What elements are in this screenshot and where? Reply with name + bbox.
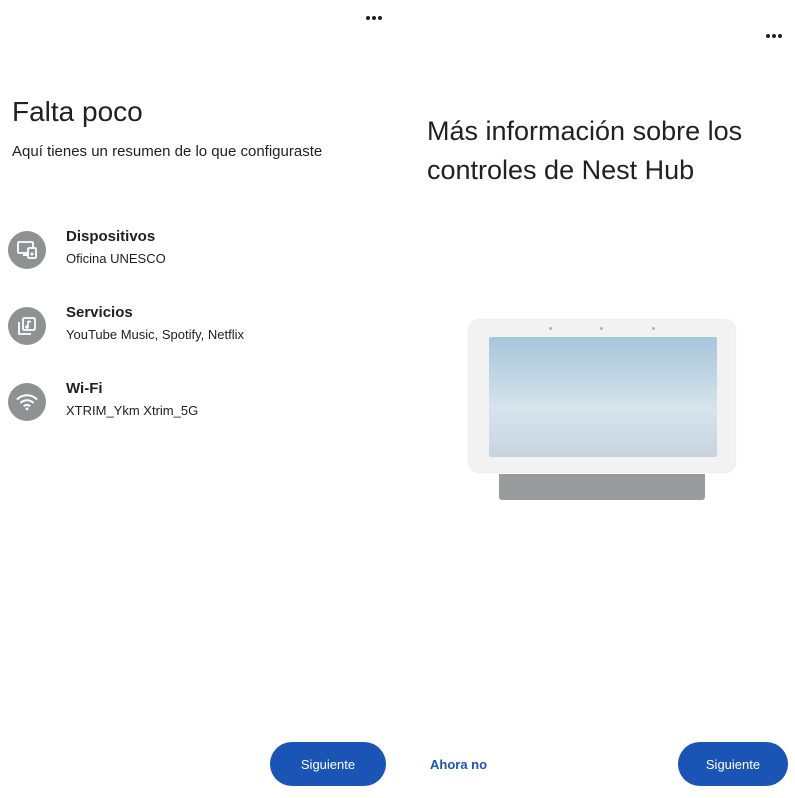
services-icon: [8, 307, 46, 345]
summary-screen: Falta poco Aquí tienes un resumen de lo …: [0, 0, 398, 798]
summary-item-wifi: Wi-Fi XTRIM_Ykm Xtrim_5G: [8, 380, 388, 424]
summary-item-title: Servicios: [66, 304, 133, 321]
nest-hub-image: [469, 320, 735, 502]
devices-icon: [8, 231, 46, 269]
device-frame: [469, 320, 735, 472]
page-title: Más información sobre los controles de N…: [427, 116, 743, 185]
summary-item-title: Dispositivos: [66, 228, 156, 245]
camera-dot: [600, 327, 603, 330]
summary-item-title: Wi-Fi: [66, 380, 103, 397]
wifi-icon: [8, 383, 46, 421]
more-options-icon[interactable]: [360, 10, 388, 26]
more-options-icon[interactable]: [760, 28, 788, 44]
summary-item-value: YouTube Music, Spotify, Netflix: [66, 327, 244, 342]
device-speaker-base: [499, 474, 705, 500]
sensor-dot: [549, 327, 552, 330]
page-subtitle: Aquí tienes un resumen de lo que configu…: [12, 143, 323, 160]
summary-item-value: XTRIM_Ykm Xtrim_5G: [66, 403, 199, 418]
page-title: Falta poco: [12, 96, 143, 127]
sensor-dot: [652, 327, 655, 330]
nest-hub-controls-screen: Más información sobre los controles de N…: [398, 0, 795, 798]
skip-button[interactable]: Ahora no: [430, 757, 487, 772]
device-display: [489, 337, 717, 457]
summary-item-services: Servicios YouTube Music, Spotify, Netfli…: [8, 304, 388, 348]
summary-item-value: Oficina UNESCO: [66, 251, 166, 266]
summary-item-devices: Dispositivos Oficina UNESCO: [8, 228, 388, 272]
next-button[interactable]: Siguiente: [678, 742, 788, 786]
next-button[interactable]: Siguiente: [270, 742, 386, 786]
